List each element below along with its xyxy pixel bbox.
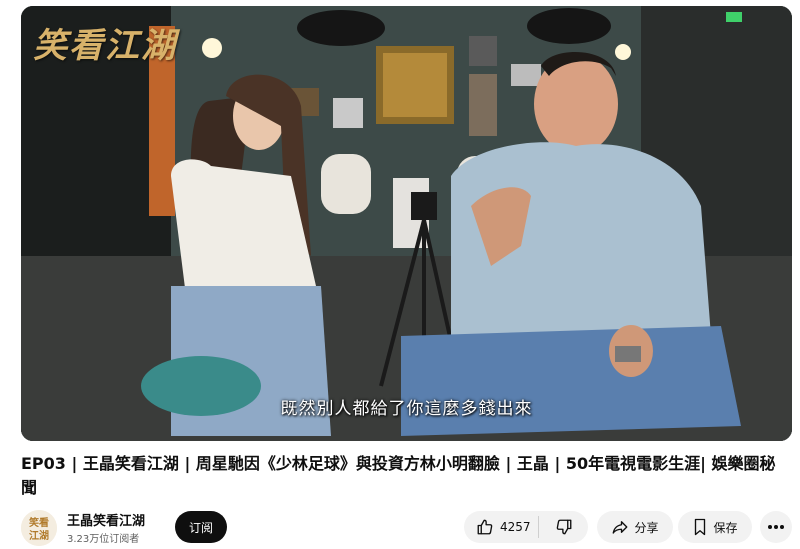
- watch-page: 笑看江湖 既然別人都給了你這麼多錢出來 EP03 | 王晶笑看江湖 | 周星馳因…: [0, 0, 800, 549]
- like-dislike-group: 4257: [464, 511, 588, 543]
- share-label: 分享: [634, 520, 659, 535]
- save-button[interactable]: 保存: [678, 511, 752, 543]
- like-button[interactable]: 4257: [464, 511, 531, 543]
- svg-text:江湖: 江湖: [29, 529, 49, 542]
- thumbs-up-icon: [476, 518, 500, 536]
- channel-name[interactable]: 王晶笑看江湖: [67, 510, 145, 529]
- video-title: EP03 | 王晶笑看江湖 | 周星馳因《少林足球》與投資方林小明翻臉 | 王晶…: [21, 454, 776, 497]
- like-count: 4257: [500, 520, 531, 534]
- subscriber-count: 3.23万位订阅者: [67, 534, 140, 545]
- video-player[interactable]: 笑看江湖 既然別人都給了你這麼多錢出來: [21, 6, 792, 441]
- save-label: 保存: [713, 520, 738, 535]
- more-horizontal-icon: [767, 524, 785, 530]
- svg-text:笑看: 笑看: [29, 516, 49, 529]
- share-button[interactable]: 分享: [597, 511, 673, 543]
- thumbs-down-icon: [555, 518, 573, 536]
- subscribe-button[interactable]: 订阅: [175, 511, 227, 543]
- channel-actions-row: 笑看 江湖 王晶笑看江湖 3.23万位订阅者 订阅 4257 分享 保存: [21, 508, 792, 546]
- video-frame: [21, 6, 792, 441]
- channel-watermark: 笑看江湖: [33, 26, 177, 66]
- channel-logo-icon: 笑看 江湖: [21, 510, 57, 546]
- bookmark-icon: [692, 518, 713, 536]
- share-arrow-icon: [611, 518, 634, 536]
- channel-avatar[interactable]: 笑看 江湖: [21, 510, 57, 546]
- more-actions-button[interactable]: [760, 511, 792, 543]
- video-subtitle: 既然別人都給了你這麼多錢出來: [280, 399, 533, 419]
- dislike-button[interactable]: [539, 511, 588, 543]
